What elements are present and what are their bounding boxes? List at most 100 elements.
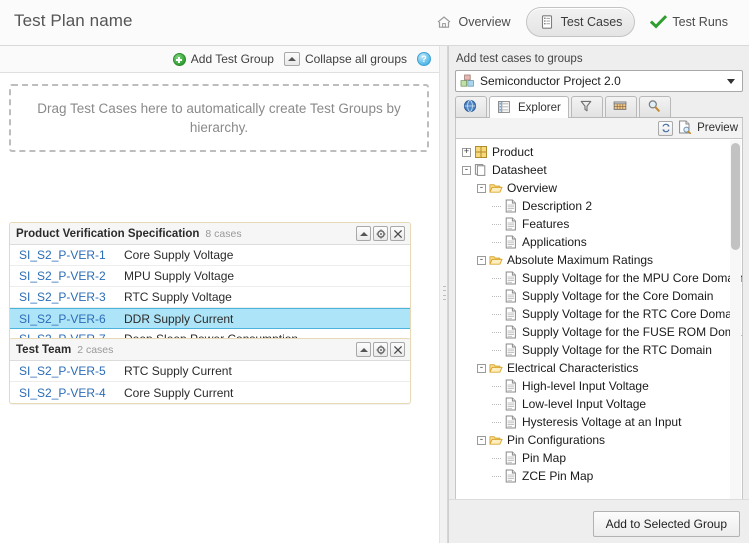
green-check-icon bbox=[650, 14, 668, 30]
tree-node[interactable]: Supply Voltage for the RTC Core Domain bbox=[456, 305, 741, 323]
collapse-group-button[interactable] bbox=[356, 342, 371, 357]
tree-leaf-connector bbox=[492, 292, 501, 301]
collapse-group-button[interactable] bbox=[356, 226, 371, 241]
refresh-icon[interactable] bbox=[658, 120, 674, 136]
case-id[interactable]: SI_S2_P-VER-1 bbox=[19, 248, 124, 262]
page-icon bbox=[504, 343, 518, 357]
folder-open-icon bbox=[489, 433, 503, 447]
gear-icon[interactable] bbox=[373, 226, 388, 241]
tree-leaf-connector bbox=[492, 454, 501, 463]
tree-node[interactable]: Description 2 bbox=[456, 197, 728, 215]
case-id[interactable]: SI_S2_P-VER-4 bbox=[19, 386, 124, 400]
case-id[interactable]: SI_S2_P-VER-3 bbox=[19, 290, 124, 304]
case-title: RTC Supply Voltage bbox=[124, 290, 232, 304]
tree-node-label: Supply Voltage for the Core Domain bbox=[522, 289, 714, 303]
tab-explorer[interactable]: Explorer bbox=[489, 96, 569, 118]
preview-button[interactable]: Preview bbox=[678, 120, 738, 136]
tree-collapse-icon[interactable]: - bbox=[477, 363, 486, 373]
test-group-0-count: 8 cases bbox=[205, 227, 242, 240]
tree-node[interactable]: + Product bbox=[456, 143, 728, 161]
tab-test-runs[interactable]: Test Runs bbox=[637, 7, 741, 37]
collapse-all-groups-label: Collapse all groups bbox=[304, 52, 407, 66]
panel-label: Add test cases to groups bbox=[456, 53, 583, 65]
table-row[interactable]: SI_S2_P-VER-5 RTC Supply Current bbox=[10, 361, 410, 382]
tree-leaf-connector bbox=[492, 418, 501, 427]
tree-leaf-connector bbox=[492, 202, 501, 211]
product-grid-icon bbox=[474, 145, 488, 159]
table-row[interactable]: SI_S2_P-VER-2 MPU Supply Voltage bbox=[10, 266, 410, 287]
tree-node[interactable]: Features bbox=[456, 215, 728, 233]
case-id[interactable]: SI_S2_P-VER-5 bbox=[19, 364, 124, 378]
tree-collapse-icon[interactable]: - bbox=[477, 255, 486, 265]
tree-node[interactable]: Supply Voltage for the RTC Domain bbox=[456, 341, 728, 359]
explorer-icon bbox=[497, 100, 513, 116]
tree-node-label: Hysteresis Voltage at an Input bbox=[522, 415, 682, 429]
tab-globe[interactable] bbox=[455, 96, 487, 117]
caret-up-icon bbox=[283, 52, 300, 66]
tree-node[interactable]: Supply Voltage for the Core Domain bbox=[456, 287, 728, 305]
table-row[interactable]: SI_S2_P-VER-1 Core Supply Voltage bbox=[10, 245, 410, 266]
case-id[interactable]: SI_S2_P-VER-2 bbox=[19, 269, 124, 283]
add-to-selected-group-button[interactable]: Add to Selected Group bbox=[592, 511, 740, 537]
pane-splitter[interactable] bbox=[439, 46, 448, 543]
documents-icon bbox=[474, 163, 488, 177]
table-row[interactable]: SI_S2_P-VER-4 Core Supply Current bbox=[10, 382, 410, 403]
tree-nodes: + Product - Datasheet - Overview Description 2… bbox=[456, 143, 742, 485]
tree-node[interactable]: High-level Input Voltage bbox=[456, 377, 728, 395]
tree-node[interactable]: Pin Map bbox=[456, 449, 728, 467]
tab-overview[interactable]: Overview bbox=[423, 7, 523, 37]
close-icon[interactable] bbox=[390, 342, 405, 357]
tree-collapse-icon[interactable]: - bbox=[477, 435, 486, 445]
page-header: Test Plan name Overview Test Cases Test … bbox=[0, 0, 749, 46]
tree-node[interactable]: - Absolute Maximum Ratings bbox=[456, 251, 728, 269]
content-tree[interactable]: + Product - Datasheet - Overview Description 2… bbox=[455, 138, 743, 502]
tab-filter[interactable] bbox=[570, 96, 603, 117]
tree-node-label: Pin Map bbox=[522, 451, 567, 465]
tree-node[interactable]: - Pin Configurations bbox=[456, 431, 728, 449]
tab-search[interactable] bbox=[638, 96, 671, 117]
tree-node-label: Datasheet bbox=[492, 163, 547, 177]
tree-node[interactable]: ZCE Pin Map bbox=[456, 467, 728, 485]
plus-circle-icon bbox=[172, 52, 186, 66]
tree-node[interactable]: Hysteresis Voltage at an Input bbox=[456, 413, 728, 431]
gear-icon[interactable] bbox=[373, 342, 388, 357]
table-row-selected[interactable]: SI_S2_P-VER-6 DDR Supply Current bbox=[10, 308, 410, 329]
test-group-1: Test Team 2 cases SI_S2_P-VER-5 RTC Supp… bbox=[9, 338, 411, 404]
tab-test-cases[interactable]: Test Cases bbox=[525, 7, 636, 37]
tree-node-label: Absolute Maximum Ratings bbox=[507, 253, 654, 267]
page-icon bbox=[504, 235, 518, 249]
tree-node-label: Supply Voltage for the MPU Core Domain bbox=[522, 271, 743, 285]
collapse-all-groups-button[interactable]: Collapse all groups bbox=[283, 52, 407, 66]
table-row[interactable]: SI_S2_P-VER-3 RTC Supply Voltage bbox=[10, 287, 410, 308]
tree-node[interactable]: Applications bbox=[456, 233, 728, 251]
add-test-cases-panel: Add test cases to groups Semiconductor P… bbox=[448, 46, 749, 543]
tree-node[interactable]: Supply Voltage for the MPU Core Domain bbox=[456, 269, 742, 287]
add-test-group-button[interactable]: Add Test Group bbox=[172, 52, 274, 66]
tree-vertical-scrollbar[interactable] bbox=[730, 140, 741, 501]
tree-leaf-connector bbox=[492, 346, 501, 355]
help-icon[interactable]: ? bbox=[417, 52, 431, 66]
table-icon bbox=[613, 99, 629, 115]
tree-vertical-scroll-thumb[interactable] bbox=[731, 143, 740, 250]
tree-node[interactable]: Low-level Input Voltage bbox=[456, 395, 728, 413]
page-icon bbox=[504, 199, 518, 213]
case-id[interactable]: SI_S2_P-VER-6 bbox=[19, 312, 124, 326]
main-nav-tabs: Overview Test Cases Test Runs bbox=[423, 5, 741, 39]
test-group-0-controls bbox=[356, 226, 405, 241]
case-title: MPU Supply Voltage bbox=[124, 269, 235, 283]
tree-node[interactable]: Supply Voltage for the FUSE ROM Domain bbox=[456, 323, 742, 341]
tree-node[interactable]: - Electrical Characteristics bbox=[456, 359, 728, 377]
tab-table[interactable] bbox=[604, 96, 637, 117]
test-group-1-cases: SI_S2_P-VER-5 RTC Supply Current SI_S2_P… bbox=[10, 361, 410, 403]
tree-node[interactable]: - Overview bbox=[456, 179, 728, 197]
home-icon bbox=[436, 14, 452, 30]
tab-overview-label: Overview bbox=[458, 15, 511, 29]
close-icon[interactable] bbox=[390, 226, 405, 241]
project-select[interactable]: Semiconductor Project 2.0 bbox=[455, 70, 743, 92]
tree-node[interactable]: - Datasheet bbox=[456, 161, 728, 179]
tree-collapse-icon[interactable]: - bbox=[477, 183, 486, 193]
test-group-1-header: Test Team 2 cases bbox=[10, 339, 410, 361]
tree-collapse-icon[interactable]: - bbox=[462, 165, 471, 175]
test-case-dropzone[interactable]: Drag Test Cases here to automatically cr… bbox=[9, 84, 429, 152]
tree-expand-icon[interactable]: + bbox=[462, 147, 471, 157]
